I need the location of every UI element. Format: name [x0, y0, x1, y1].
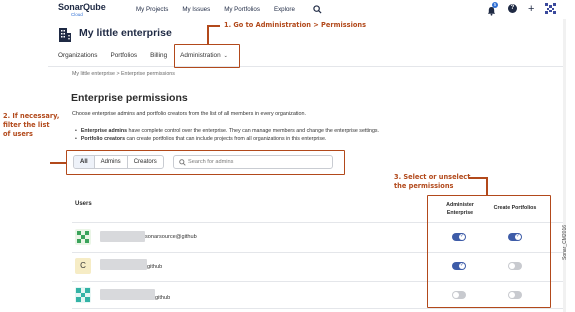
- page-intro: Choose enterprise admins and portfolio c…: [72, 111, 307, 117]
- user-login: github: [155, 295, 171, 301]
- annotation-step2-line2: filter the list: [3, 121, 50, 129]
- nav-right: 5 ? +: [487, 2, 557, 16]
- notifications-button[interactable]: 5: [487, 2, 498, 16]
- annotation-box-administration: [174, 44, 240, 68]
- page-title: Enterprise permissions: [71, 92, 188, 104]
- logo-sub: Cloud: [71, 12, 83, 17]
- annotation-connector: [486, 177, 488, 195]
- avatar: [75, 229, 91, 245]
- annotation-step2-line3: of users: [3, 130, 33, 138]
- tab-organizations[interactable]: Organizations: [58, 52, 97, 59]
- annotation-box-filters: [66, 150, 345, 175]
- sonarqube-logo[interactable]: SonarQube Cloud: [58, 3, 106, 18]
- redacted-username: [100, 231, 145, 242]
- permission-descriptions: Enterprise admins have complete control …: [75, 127, 379, 143]
- user-login: github: [147, 264, 163, 270]
- building-icon: [59, 28, 71, 42]
- logo-name: SonarQube: [58, 2, 106, 12]
- plus-icon[interactable]: +: [528, 3, 534, 14]
- list-item: Portfolio creators can create portfolios…: [75, 135, 379, 143]
- tab-billing[interactable]: Billing: [150, 52, 167, 59]
- user-login: sonarsource@github: [145, 234, 197, 240]
- bullet-admins-bold: Enterprise admins: [80, 128, 128, 134]
- annotation-connector: [469, 177, 487, 179]
- breadcrumb: My little enterprise > Enterprise permis…: [72, 71, 175, 77]
- annotation-connector: [207, 25, 220, 27]
- help-icon[interactable]: ?: [508, 4, 517, 13]
- org-title: My little enterprise: [79, 27, 172, 39]
- annotation-step2-line1: 2. If necessary,: [3, 112, 60, 120]
- annotation-step3-line1: 3. Select or unselect: [394, 173, 471, 181]
- annotation-step3-line2: the permissions: [394, 182, 454, 190]
- notification-badge: 5: [492, 2, 498, 8]
- annotation-step2: 2. If necessary, filter the list of user…: [3, 112, 59, 139]
- user-avatar-icon[interactable]: [545, 3, 557, 14]
- annotation-connector: [207, 25, 209, 44]
- top-navigation: SonarQube Cloud My Projects My Issues My…: [48, 0, 563, 19]
- avatar: C: [75, 258, 91, 274]
- nav-my-issues[interactable]: My Issues: [182, 6, 210, 13]
- bullet-admins-text: have complete control over the enterpris…: [127, 128, 380, 134]
- nav-my-projects[interactable]: My Projects: [136, 6, 168, 13]
- avatar: [75, 287, 91, 303]
- annotation-step3: 3. Select or unselect the permissions: [394, 173, 470, 191]
- tab-portfolios[interactable]: Portfolios: [110, 52, 137, 59]
- redacted-username: [100, 259, 147, 270]
- row-divider: [72, 308, 563, 309]
- list-item: Enterprise admins have complete control …: [75, 127, 379, 135]
- nav-links: My Projects My Issues My Portfolios Expl…: [136, 6, 295, 13]
- nav-my-portfolios[interactable]: My Portfolios: [224, 6, 260, 13]
- nav-explore[interactable]: Explore: [274, 6, 295, 13]
- bullet-creators-bold: Portfolio creators: [80, 136, 126, 142]
- annotation-step1: 1. Go to Administration > Permissions: [224, 21, 366, 29]
- search-icon[interactable]: [313, 5, 322, 14]
- column-header-users: Users: [75, 201, 92, 207]
- redacted-username: [100, 289, 155, 300]
- annotation-connector: [50, 162, 66, 164]
- image-id-watermark: Sonar_CM2016: [562, 224, 568, 260]
- annotation-box-permissions: [427, 195, 551, 308]
- scrollbar[interactable]: [563, 19, 566, 312]
- bullet-creators-text: can create portfolios that can include p…: [125, 136, 327, 142]
